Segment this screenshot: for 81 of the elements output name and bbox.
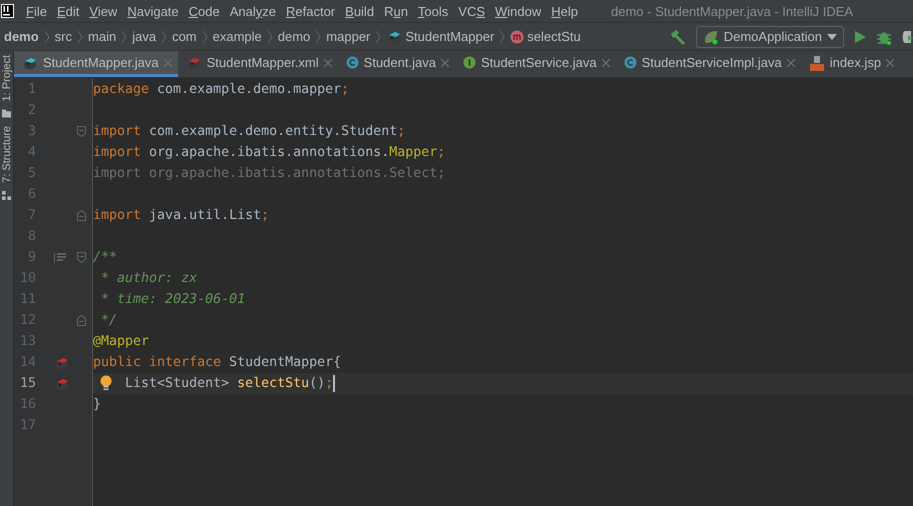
menu-item[interactable]: Help — [546, 4, 584, 18]
code-line: List<Student> selectStu(); — [125, 376, 334, 391]
line-number: 15 — [18, 376, 36, 391]
menu-item[interactable]: Refactor — [281, 4, 340, 18]
menu-item[interactable]: Analyze — [224, 4, 281, 18]
menu-item[interactable]: Tools — [412, 4, 454, 18]
chevron-icon — [315, 30, 322, 42]
code-line: package com.example.demo.mapper; — [93, 82, 350, 97]
chevron-icon — [77, 30, 84, 42]
menu-item[interactable]: Build — [340, 4, 380, 18]
menu-item[interactable]: Edit — [52, 4, 84, 18]
editor-tab[interactable]: index.jsp — [800, 51, 900, 77]
folder-icon — [2, 109, 11, 118]
editor-tab[interactable]: StudentMapper.xml — [178, 51, 338, 77]
breadcrumb-item[interactable]: com — [172, 29, 197, 44]
close-icon[interactable] — [786, 58, 795, 66]
chevron-icon — [266, 30, 273, 42]
app-logo-icon[interactable] — [1, 4, 14, 18]
coverage-icon[interactable] — [901, 28, 913, 44]
close-icon[interactable] — [324, 58, 332, 66]
class-icon — [624, 56, 637, 69]
fold-icon[interactable] — [77, 210, 86, 221]
breadcrumb-item[interactable]: java — [132, 29, 156, 44]
menu-item[interactable]: VCS — [453, 4, 490, 18]
hammer-icon[interactable] — [668, 28, 687, 46]
structure-icon — [2, 191, 11, 200]
leaf-icon — [702, 28, 719, 44]
chevron-icon — [375, 30, 382, 42]
menu-item[interactable]: File — [21, 4, 52, 18]
close-icon[interactable] — [886, 58, 894, 66]
menu-item[interactable]: Code — [184, 4, 225, 18]
chevron-icon — [121, 30, 128, 42]
run-configuration-dropdown[interactable]: DemoApplication — [696, 26, 844, 48]
code-line: /** — [93, 250, 118, 265]
menu-item[interactable]: Navigate — [122, 4, 184, 18]
method-icon — [510, 30, 524, 44]
code-line: @Mapper — [93, 334, 150, 349]
chevron-icon — [161, 30, 168, 42]
chevron-icon — [44, 30, 50, 42]
tool-window-button[interactable]: 1: Project — [0, 55, 12, 102]
menu-item[interactable]: View — [84, 4, 122, 18]
code-line: */ — [101, 313, 118, 328]
fold-icon[interactable] — [77, 315, 86, 326]
fold-icon[interactable] — [77, 126, 86, 137]
breadcrumb-item[interactable]: demo — [4, 29, 39, 44]
editor-tab[interactable]: StudentService.java — [454, 51, 616, 77]
run-icon[interactable] — [853, 30, 867, 44]
breadcrumb-item[interactable]: src — [54, 29, 72, 44]
breadcrumb-item[interactable]: example — [212, 29, 262, 44]
chevron-icon — [202, 30, 208, 42]
breadcrumb-item[interactable]: mapper — [326, 29, 370, 44]
code-line: * author: zx — [101, 271, 198, 286]
editor-tab[interactable]: Student.java — [338, 51, 455, 77]
breadcrumb-item[interactable]: StudentMapper — [386, 28, 494, 44]
code-line: import org.apache.ibatis.annotations.Select; — [93, 166, 446, 181]
menu-item[interactable]: Run — [379, 4, 413, 18]
chevron-icon — [499, 30, 506, 42]
breadcrumb-item[interactable]: selectStu — [510, 29, 581, 44]
tool-window-button[interactable]: 7: Structure — [0, 126, 12, 184]
window-title: demo - StudentMapper.java - IntelliJ IDEA — [611, 4, 854, 18]
editor-tab[interactable]: StudentMapper.java — [14, 51, 178, 77]
editor-tab[interactable]: StudentServiceImpl.java — [616, 51, 801, 77]
code-line: import com.example.demo.entity.Student; — [93, 124, 406, 139]
code-line: import org.apache.ibatis.annotations.Mapper; — [93, 145, 446, 160]
fold-icon[interactable] — [77, 252, 86, 263]
close-icon[interactable] — [440, 58, 449, 66]
close-icon[interactable] — [164, 58, 172, 66]
jsp-file-icon — [808, 54, 825, 70]
caret-icon — [827, 34, 837, 40]
breadcrumb-item[interactable]: demo — [278, 29, 310, 44]
class-icon — [346, 56, 359, 69]
code-line: * time: 2023-06-01 — [101, 292, 246, 307]
code-line: } — [93, 397, 102, 412]
menu-item[interactable]: Window — [490, 4, 546, 18]
close-icon[interactable] — [602, 58, 610, 66]
breadcrumb-item[interactable]: main — [88, 29, 116, 44]
code-line: import java.util.List; — [93, 208, 270, 223]
interface-icon — [462, 56, 476, 69]
code-line: public interface StudentMapper{ — [93, 355, 342, 370]
rendered-view-icon[interactable] — [54, 252, 66, 262]
lightbulb-icon[interactable] — [100, 375, 112, 391]
